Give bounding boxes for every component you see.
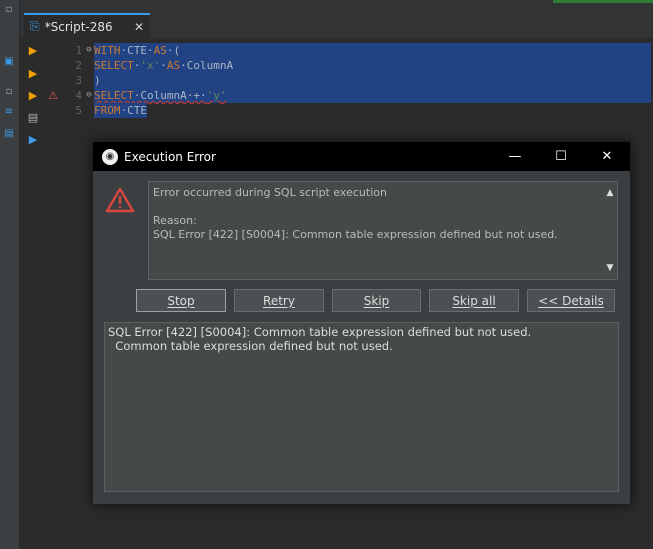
code-text: ) [94, 73, 651, 88]
scroll-down-icon[interactable]: ▼ [605, 261, 615, 275]
code-text: FROM·CTE [94, 103, 147, 118]
line-number: 5 [75, 104, 82, 117]
retry-button[interactable]: Retry [234, 289, 324, 312]
execute-in-new-tab-icon[interactable]: ▶ [26, 67, 40, 81]
code-line[interactable]: 1 ⊖ WITH·CTE·AS·( [68, 43, 651, 58]
minimize-button[interactable]: — [492, 149, 538, 164]
code-line[interactable]: 3) [68, 73, 651, 88]
line-number: 2 [75, 59, 82, 72]
details-button[interactable]: << Details [527, 289, 615, 312]
execution-error-dialog: ◉ Execution Error — ☐ ✕ Error occurred d… [92, 141, 631, 505]
message-line: Reason: [153, 214, 197, 227]
line-number: 3 [75, 74, 82, 87]
stop-button[interactable]: Stop [136, 289, 226, 312]
explain-plan-icon[interactable]: ▤ [26, 111, 40, 125]
dialog-button-row: Stop Retry Skip Skip all << Details [136, 289, 623, 312]
layers-icon[interactable]: ≡ [2, 106, 16, 118]
restore-icon[interactable]: ▫ [2, 4, 16, 16]
database-icon[interactable]: ▣ [2, 56, 16, 68]
message-line: SQL Error [422] [S0004]: Common table ex… [153, 228, 558, 241]
message-line: Error occurred during SQL script executi… [153, 186, 387, 199]
tab-label: *Script-286 [44, 19, 113, 34]
app-icon: ◉ [102, 148, 118, 165]
sql-script-icon: ⎘ [30, 19, 40, 33]
fold-icon[interactable]: ⊖ [84, 43, 94, 58]
warning-marker-icon: ⚠ [48, 89, 58, 102]
scroll-up-icon[interactable]: ▲ [605, 186, 615, 200]
code-line[interactable]: 5 FROM·CTE [68, 103, 147, 118]
dialog-title-bar: ◉ Execution Error — ☐ ✕ [93, 142, 630, 171]
code-text: SELECT·ColumnA·+·'y' [94, 88, 651, 103]
progress-accent [553, 0, 653, 3]
dialog-title: Execution Error [124, 149, 216, 164]
window-icon[interactable]: ▤ [2, 128, 16, 140]
detail-line: SQL Error [422] [S0004]: Common table ex… [108, 325, 532, 339]
code-line[interactable]: 2 SELECT·'x'·AS·ColumnA [68, 58, 651, 73]
maximize-button[interactable]: ☐ [538, 149, 584, 164]
message-scrollbar[interactable]: ▲ ▼ [603, 182, 617, 279]
execute-script-icon[interactable]: ▶ [26, 89, 40, 103]
detail-line: Common table expression defined but not … [108, 339, 393, 353]
error-details-area[interactable]: SQL Error [422] [S0004]: Common table ex… [104, 322, 619, 492]
fold-icon[interactable]: ⊖ [84, 88, 94, 103]
execute-statement-icon[interactable]: ▶ [26, 44, 40, 58]
restore-icon[interactable]: ▫ [2, 86, 16, 98]
line-number: 4 [75, 89, 82, 102]
skip-all-button[interactable]: Skip all [429, 289, 519, 312]
code-line[interactable]: 4 ⊖ SELECT·ColumnA·+·'y' [68, 88, 651, 103]
error-message-area[interactable]: Error occurred during SQL script executi… [148, 181, 618, 280]
code-text: WITH·CTE·AS·( [94, 43, 651, 58]
message-line [153, 200, 613, 214]
skip-button[interactable]: Skip [332, 289, 421, 312]
editor-tab-bar: ⎘ *Script-286 ✕ [20, 0, 653, 38]
left-toolbar-strip: ▫ ▣ ▫ ≡ ▤ [0, 0, 20, 549]
code-text: SELECT·'x'·AS·ColumnA [94, 58, 651, 73]
tab-script[interactable]: ⎘ *Script-286 ✕ [24, 13, 150, 38]
console-icon[interactable]: ▶ [26, 133, 40, 147]
warning-icon [105, 187, 135, 213]
close-button[interactable]: ✕ [584, 149, 630, 164]
line-number: 1 [75, 44, 82, 57]
execution-toolbar: ▶ ▶ ▶ ⚠ ▤ ▶ [20, 38, 68, 549]
close-icon[interactable]: ✕ [134, 20, 144, 34]
